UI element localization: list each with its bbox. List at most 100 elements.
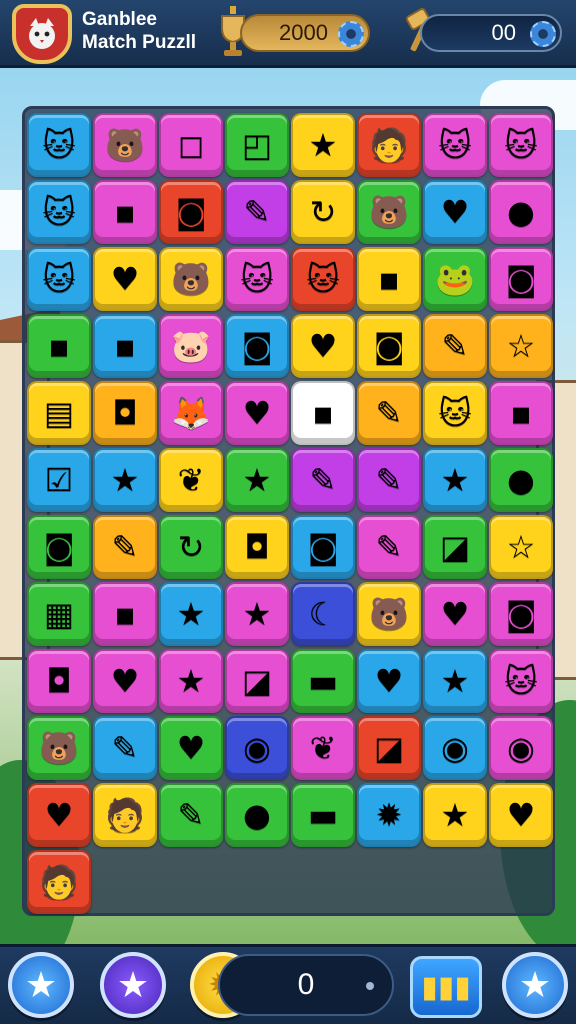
board-tile[interactable]: ☆ xyxy=(489,515,553,579)
board-tile[interactable]: ◉ xyxy=(225,716,289,780)
board-tile[interactable]: ♥ xyxy=(159,716,223,780)
board-tile[interactable]: ★ xyxy=(225,448,289,512)
board-tile[interactable]: ◙ xyxy=(489,582,553,646)
board-tile[interactable]: ◙ xyxy=(489,247,553,311)
board-tile[interactable]: ◪ xyxy=(423,515,487,579)
board-tile[interactable]: ✎ xyxy=(93,515,157,579)
board-tile[interactable]: 🐻 xyxy=(93,113,157,177)
board-tile[interactable]: 🐻 xyxy=(159,247,223,311)
star-booster-button[interactable]: ★ xyxy=(8,952,74,1018)
board-tile[interactable]: ☾ xyxy=(291,582,355,646)
board-tile[interactable]: 🧑 xyxy=(27,850,91,914)
board-tile[interactable]: ▦ xyxy=(27,582,91,646)
board-tile[interactable]: ♥ xyxy=(489,783,553,847)
board-tile[interactable]: ▪ xyxy=(357,247,421,311)
board-tile[interactable]: ● xyxy=(489,180,553,244)
board-tile[interactable]: ★ xyxy=(423,783,487,847)
board-tile[interactable]: ▬ xyxy=(291,649,355,713)
board-tile[interactable]: ● xyxy=(489,448,553,512)
board-tile[interactable]: ◙ xyxy=(291,515,355,579)
tile-icon: ♥ xyxy=(374,662,404,700)
tile-icon: ● xyxy=(507,193,535,231)
board-tile[interactable]: ♥ xyxy=(357,649,421,713)
board-tile[interactable]: ★ xyxy=(423,649,487,713)
board-tile[interactable]: 🐱 xyxy=(27,113,91,177)
board-tile[interactable]: ◘ xyxy=(93,381,157,445)
gear-icon[interactable] xyxy=(530,21,556,47)
board-tile[interactable]: 🐱 xyxy=(27,247,91,311)
board-tile[interactable]: ♥ xyxy=(291,314,355,378)
board-tile[interactable]: 🐱 xyxy=(291,247,355,311)
board-tile[interactable]: ✹ xyxy=(357,783,421,847)
board-tile[interactable]: ◙ xyxy=(159,180,223,244)
tiles-booster-button[interactable]: ▮▮▮ xyxy=(410,956,482,1018)
board-tile[interactable]: 🐷 xyxy=(159,314,223,378)
board-tile[interactable]: 🐸 xyxy=(423,247,487,311)
board-tile[interactable]: ◉ xyxy=(423,716,487,780)
board-tile[interactable]: ❦ xyxy=(291,716,355,780)
board-tile[interactable]: 🐻 xyxy=(27,716,91,780)
board-tile[interactable]: 🐻 xyxy=(357,180,421,244)
board-tile[interactable]: 🐻 xyxy=(357,582,421,646)
board-tile[interactable]: ★ xyxy=(423,448,487,512)
board-tile[interactable]: ● xyxy=(225,783,289,847)
board-tile[interactable]: ♥ xyxy=(423,582,487,646)
board-tile[interactable]: 🐱 xyxy=(423,381,487,445)
board-tile[interactable]: ✎ xyxy=(93,716,157,780)
board-tile[interactable]: 🐱 xyxy=(489,113,553,177)
board-tile[interactable]: ♥ xyxy=(225,381,289,445)
tile-icon: 🐻 xyxy=(369,595,409,633)
board-tile[interactable]: ◙ xyxy=(27,515,91,579)
board-tile[interactable]: ✎ xyxy=(159,783,223,847)
board-tile[interactable]: ◘ xyxy=(225,515,289,579)
board-tile[interactable]: 🐱 xyxy=(225,247,289,311)
board-tile[interactable]: ▤ xyxy=(27,381,91,445)
board-tile[interactable]: ▪ xyxy=(93,314,157,378)
gear-icon[interactable] xyxy=(338,21,364,47)
board-tile[interactable]: ★ xyxy=(225,582,289,646)
board-tile[interactable]: 🧑 xyxy=(357,113,421,177)
board-tile[interactable]: ◙ xyxy=(225,314,289,378)
board-tile[interactable]: ◪ xyxy=(225,649,289,713)
board-tile[interactable]: ♥ xyxy=(93,247,157,311)
board-tile[interactable]: 🐱 xyxy=(423,113,487,177)
board-tile[interactable]: ♥ xyxy=(93,649,157,713)
board-tile[interactable]: 🐱 xyxy=(27,180,91,244)
board-tile[interactable]: ▪ xyxy=(93,180,157,244)
board-tile[interactable]: ◻ xyxy=(159,113,223,177)
tile-icon: 🐱 xyxy=(42,193,76,231)
board-tile[interactable]: ❦ xyxy=(159,448,223,512)
board-tile[interactable]: ▪ xyxy=(489,381,553,445)
board-tile[interactable]: 🦊 xyxy=(159,381,223,445)
board-tile[interactable]: ✎ xyxy=(357,381,421,445)
board-tile[interactable]: ▪ xyxy=(27,314,91,378)
board-tile[interactable]: ◙ xyxy=(357,314,421,378)
board-tile[interactable]: ▪ xyxy=(93,582,157,646)
board-tile[interactable]: 🐱 xyxy=(489,649,553,713)
board-tile[interactable]: ◪ xyxy=(357,716,421,780)
star-booster-button[interactable]: ★ xyxy=(100,952,166,1018)
board-tile[interactable]: ▪ xyxy=(291,381,355,445)
star-booster-button[interactable]: ★ xyxy=(502,952,568,1018)
board-tile[interactable]: ☆ xyxy=(489,314,553,378)
board-tile[interactable]: ◘ xyxy=(27,649,91,713)
board-tile[interactable]: ★ xyxy=(159,649,223,713)
board-tile[interactable]: ✎ xyxy=(357,448,421,512)
board-tile[interactable]: ✎ xyxy=(291,448,355,512)
board-tile[interactable]: ↻ xyxy=(159,515,223,579)
board-tile[interactable]: ★ xyxy=(159,582,223,646)
board-tile[interactable]: ★ xyxy=(291,113,355,177)
board-tile[interactable]: ↻ xyxy=(291,180,355,244)
board-tile[interactable]: ✎ xyxy=(423,314,487,378)
star-icon: ★ xyxy=(518,964,552,1006)
board-tile[interactable]: ✎ xyxy=(357,515,421,579)
board-tile[interactable]: ♥ xyxy=(27,783,91,847)
board-tile[interactable]: ◰ xyxy=(225,113,289,177)
board-tile[interactable]: ◉ xyxy=(489,716,553,780)
board-tile[interactable]: 🧑 xyxy=(93,783,157,847)
board-tile[interactable]: ▬ xyxy=(291,783,355,847)
board-tile[interactable]: ♥ xyxy=(423,180,487,244)
board-tile[interactable]: ✎ xyxy=(225,180,289,244)
board-tile[interactable]: ☑ xyxy=(27,448,91,512)
board-tile[interactable]: ★ xyxy=(93,448,157,512)
